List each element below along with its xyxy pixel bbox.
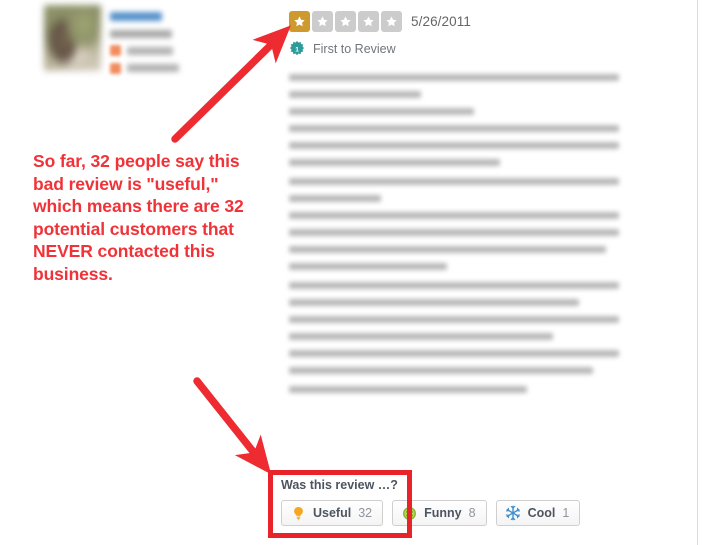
first-to-review-badge: 1 First to Review [289,40,619,58]
star-icon-1 [289,10,310,32]
star-icon-2 [312,10,333,32]
funny-count: 8 [468,506,476,520]
page-divider [697,0,698,545]
feedback-highlight-box [268,470,412,538]
svg-text:1: 1 [295,46,299,53]
reviewer-location-redacted [110,30,172,38]
review-paragraph [289,178,619,270]
reviewer-friends-redacted [127,47,173,55]
review-body [289,74,619,393]
star-icon-4 [358,10,379,32]
cool-count: 1 [562,506,570,520]
first-to-review-label: First to Review [313,42,396,56]
reviews-icon [110,63,121,74]
review-date: 5/26/2011 [411,13,471,29]
friends-icon [110,45,121,56]
first-to-review-icon: 1 [289,41,305,57]
arrow-to-feedback [193,377,272,475]
rating-row: 5/26/2011 [289,10,619,32]
reviewer-reviews-redacted [127,64,179,72]
star-icon-3 [335,10,356,32]
funny-label: Funny [424,506,462,520]
reviewer-meta [110,9,230,74]
reviewer-name-redacted[interactable] [110,12,162,21]
review-paragraph [289,386,619,393]
review-page: 5/26/2011 1 First to Review Was this rev… [0,0,724,545]
avatar[interactable] [44,5,101,71]
review-content: 5/26/2011 1 First to Review [289,10,619,405]
cool-label: Cool [527,506,556,520]
cool-vote-button[interactable]: Cool 1 [495,500,581,526]
review-paragraph [289,74,619,166]
review-paragraph [289,282,619,374]
annotation-text: So far, 32 people say this bad review is… [33,151,244,284]
reviewer-block [44,4,234,82]
star-rating[interactable] [289,10,402,32]
snowflake-icon [505,505,521,521]
star-icon-5 [381,10,402,32]
